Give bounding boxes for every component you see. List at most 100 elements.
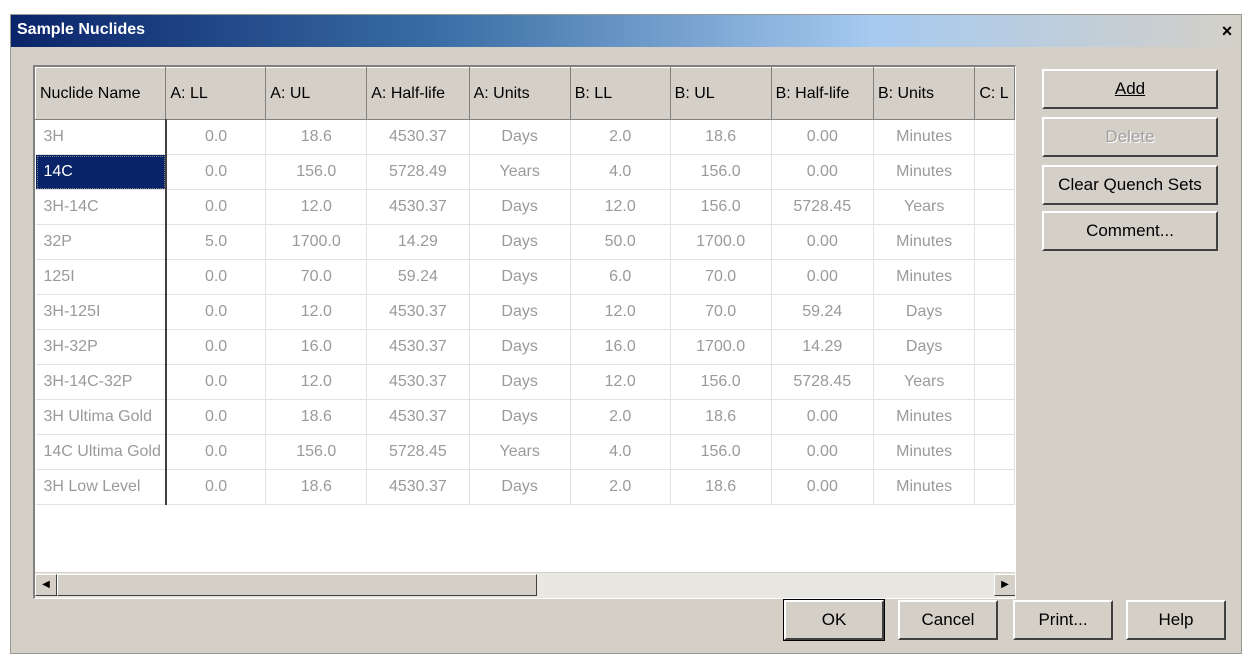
- table-cell[interactable]: 0.0: [165, 329, 267, 365]
- nuclide-name-cell[interactable]: 3H Ultima Gold: [35, 399, 167, 435]
- table-cell[interactable]: 156.0: [670, 154, 772, 190]
- table-cell[interactable]: 59.24: [771, 294, 874, 330]
- table-row[interactable]: 3H Low Level 0.0 18.6 4530.37 Days 2.0 18.6 0.0…: [35, 469, 1015, 505]
- column-header[interactable]: B: LL: [569, 67, 671, 120]
- table-cell[interactable]: Minutes: [873, 224, 976, 260]
- table-cell[interactable]: Minutes: [873, 259, 976, 295]
- nuclide-name-cell[interactable]: 3H Low Level: [35, 469, 167, 505]
- table-cell[interactable]: 2.0: [570, 469, 671, 505]
- table-row[interactable]: 3H Ultima Gold 0.0 18.6 4530.37 Days 2.0 18.6 0…: [35, 399, 1015, 435]
- table-cell[interactable]: 12.0: [570, 364, 671, 400]
- table-cell[interactable]: 1700.0: [265, 224, 368, 260]
- close-icon[interactable]: ×: [1217, 21, 1237, 41]
- table-cell[interactable]: 0.0: [165, 399, 267, 435]
- table-cell[interactable]: [974, 224, 1015, 260]
- column-header[interactable]: Nuclide Name: [35, 67, 167, 120]
- table-cell[interactable]: [974, 294, 1015, 330]
- table-cell[interactable]: 156.0: [670, 434, 772, 470]
- table-row[interactable]: 125I 0.0 70.0 59.24 Days 6.0 70.0 0.00 Minutes: [35, 259, 1015, 295]
- table-cell[interactable]: 5.0: [165, 224, 267, 260]
- nuclide-name-cell[interactable]: 3H-125I: [35, 294, 167, 330]
- table-cell[interactable]: Days: [469, 469, 571, 505]
- table-cell[interactable]: 0.0: [165, 294, 267, 330]
- table-cell[interactable]: 0.00: [771, 119, 874, 155]
- table-cell[interactable]: 156.0: [265, 154, 368, 190]
- nuclide-name-cell[interactable]: 125I: [35, 259, 167, 295]
- table-cell[interactable]: Minutes: [873, 399, 976, 435]
- table-cell[interactable]: 0.0: [165, 434, 267, 470]
- table-cell[interactable]: Days: [873, 294, 976, 330]
- nuclide-name-cell[interactable]: 3H-14C-32P: [35, 364, 167, 400]
- table-cell[interactable]: Minutes: [873, 154, 976, 190]
- table-cell[interactable]: 0.00: [771, 154, 874, 190]
- ok-button[interactable]: OK: [783, 599, 885, 641]
- column-header[interactable]: A: Units: [468, 67, 571, 120]
- title-bar[interactable]: Sample Nuclides ×: [11, 15, 1241, 47]
- table-cell[interactable]: 4530.37: [366, 189, 470, 225]
- table-cell[interactable]: 1700.0: [670, 224, 772, 260]
- comment-button[interactable]: Comment...: [1042, 211, 1218, 251]
- table-cell[interactable]: 0.0: [165, 119, 267, 155]
- table-row[interactable]: 32P 5.0 1700.0 14.29 Days 50.0 1700.0 0.00 Minut…: [35, 224, 1015, 260]
- table-cell[interactable]: 14.29: [771, 329, 874, 365]
- table-cell[interactable]: 0.00: [771, 224, 874, 260]
- table-cell[interactable]: 4530.37: [366, 294, 470, 330]
- table-cell[interactable]: 18.6: [670, 119, 772, 155]
- table-cell[interactable]: 18.6: [670, 399, 772, 435]
- horizontal-scrollbar[interactable]: ◀ ▶: [35, 572, 1015, 598]
- column-header[interactable]: A: LL: [165, 67, 267, 120]
- table-cell[interactable]: 2.0: [570, 119, 671, 155]
- table-cell[interactable]: 12.0: [265, 364, 368, 400]
- table-cell[interactable]: Days: [469, 294, 571, 330]
- table-cell[interactable]: 0.00: [771, 469, 874, 505]
- column-header[interactable]: B: UL: [669, 67, 772, 120]
- table-cell[interactable]: Days: [469, 329, 571, 365]
- table-cell[interactable]: Years: [873, 189, 976, 225]
- table-cell[interactable]: Years: [873, 364, 976, 400]
- table-cell[interactable]: 16.0: [265, 329, 368, 365]
- table-cell[interactable]: 18.6: [265, 469, 368, 505]
- nuclide-name-cell[interactable]: 3H-32P: [35, 329, 167, 365]
- table-cell[interactable]: Years: [469, 434, 571, 470]
- table-cell[interactable]: 5728.45: [366, 434, 470, 470]
- table-cell[interactable]: [974, 469, 1015, 505]
- table-cell[interactable]: 156.0: [670, 364, 772, 400]
- table-cell[interactable]: 12.0: [570, 294, 671, 330]
- table-cell[interactable]: Minutes: [873, 119, 976, 155]
- add-button[interactable]: Add: [1042, 69, 1218, 109]
- table-cell[interactable]: 4.0: [570, 154, 671, 190]
- table-cell[interactable]: 14.29: [366, 224, 470, 260]
- table-cell[interactable]: [974, 434, 1015, 470]
- table-cell[interactable]: 2.0: [570, 399, 671, 435]
- table-cell[interactable]: 0.0: [165, 364, 267, 400]
- table-cell[interactable]: Minutes: [873, 434, 976, 470]
- table-cell[interactable]: 4.0: [570, 434, 671, 470]
- table-cell[interactable]: [974, 189, 1015, 225]
- table-cell[interactable]: 0.0: [165, 259, 267, 295]
- table-cell[interactable]: 12.0: [265, 294, 368, 330]
- table-cell[interactable]: Minutes: [873, 469, 976, 505]
- table-cell[interactable]: 5728.45: [771, 189, 874, 225]
- table-cell[interactable]: 0.00: [771, 399, 874, 435]
- help-button[interactable]: Help: [1126, 600, 1226, 640]
- table-cell[interactable]: 50.0: [570, 224, 671, 260]
- nuclide-name-cell[interactable]: 32P: [35, 224, 167, 260]
- table-cell[interactable]: 5728.45: [771, 364, 874, 400]
- print-button[interactable]: Print...: [1013, 600, 1113, 640]
- column-header[interactable]: A: UL: [265, 67, 368, 120]
- table-cell[interactable]: 4530.37: [366, 364, 470, 400]
- table-cell[interactable]: Days: [469, 259, 571, 295]
- cancel-button[interactable]: Cancel: [898, 600, 998, 640]
- table-cell[interactable]: Years: [469, 154, 571, 190]
- table-cell[interactable]: Days: [469, 224, 571, 260]
- table-cell[interactable]: 18.6: [670, 469, 772, 505]
- table-cell[interactable]: 59.24: [366, 259, 470, 295]
- table-cell[interactable]: Days: [469, 189, 571, 225]
- nuclide-name-cell[interactable]: 14C: [35, 154, 167, 190]
- table-cell[interactable]: 18.6: [265, 399, 368, 435]
- table-cell[interactable]: [974, 399, 1015, 435]
- table-cell[interactable]: 4530.37: [366, 469, 470, 505]
- column-header[interactable]: C: L: [974, 67, 1015, 120]
- column-header[interactable]: B: Half-life: [770, 67, 874, 120]
- scroll-left-icon[interactable]: ◀: [35, 574, 57, 596]
